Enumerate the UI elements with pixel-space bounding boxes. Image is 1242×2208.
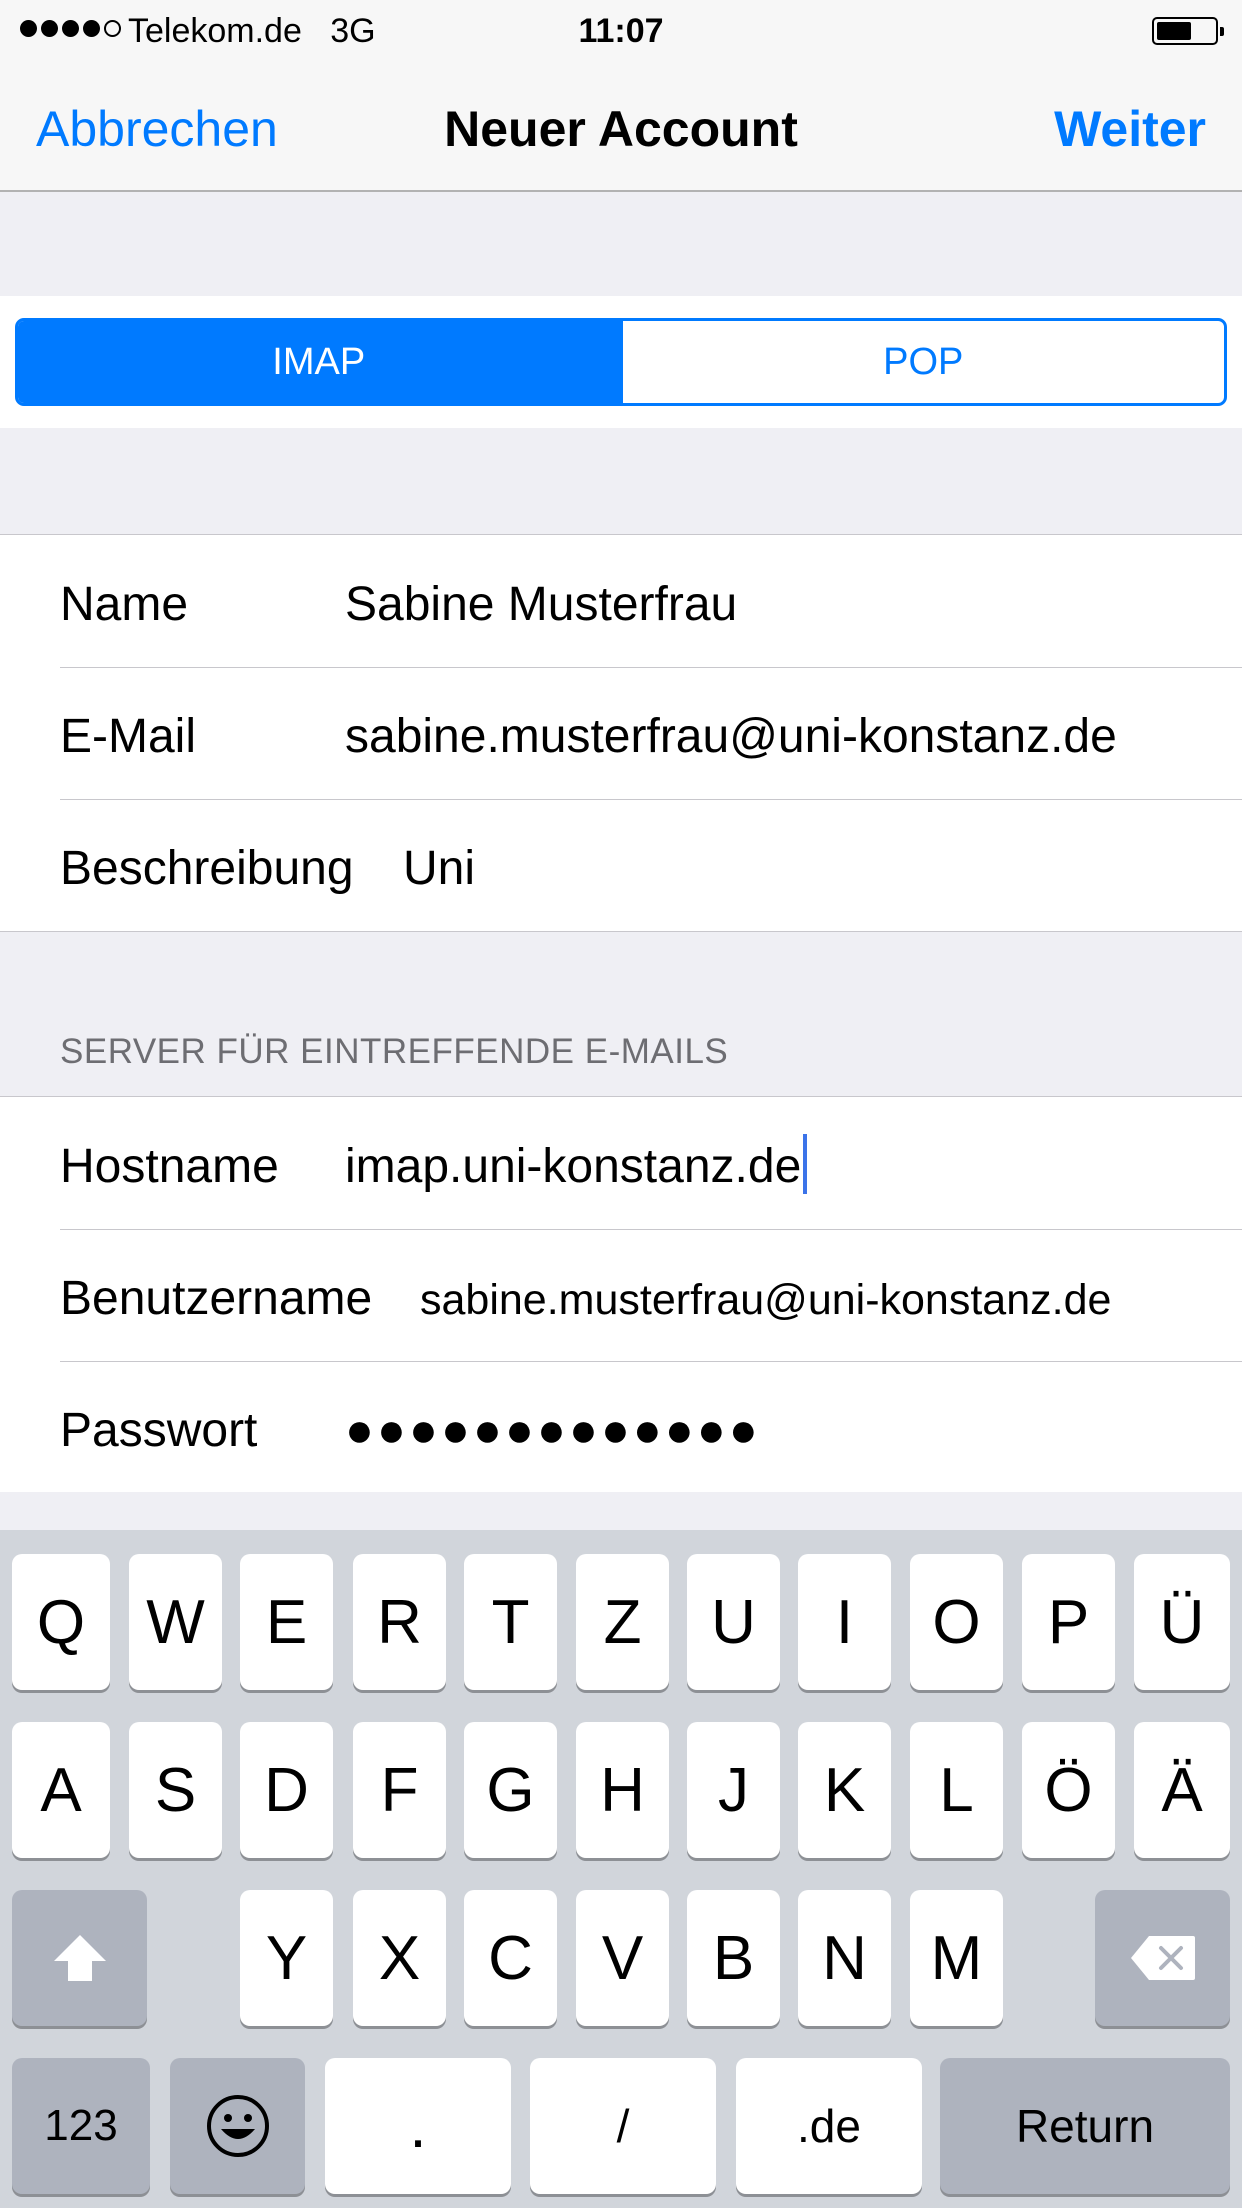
keyboard: Q W E R T Z U I O P Ü A S D F G H J K L … — [0, 1530, 1242, 2208]
protocol-segmented-control: IMAP POP — [15, 318, 1227, 406]
key-v[interactable]: V — [576, 1890, 669, 2026]
key-t[interactable]: T — [464, 1554, 557, 1690]
segment-imap[interactable]: IMAP — [18, 321, 620, 403]
description-row[interactable]: Beschreibung Uni — [0, 799, 1242, 931]
key-b[interactable]: B — [687, 1890, 780, 2026]
incoming-server-group: Hostname imap.uni-konstanz.de Benutzerna… — [0, 1096, 1242, 1494]
text-cursor — [803, 1134, 808, 1195]
navigation-bar: Abbrechen Neuer Account Weiter — [0, 62, 1242, 192]
incoming-server-header: SERVER FÜR EINTREFFENDE E-MAILS — [60, 1032, 729, 1071]
slash-key[interactable]: / — [530, 2058, 716, 2194]
key-p[interactable]: P — [1022, 1554, 1115, 1690]
key-x[interactable]: X — [353, 1890, 446, 2026]
key-r[interactable]: R — [353, 1554, 446, 1690]
key-u[interactable]: U — [687, 1554, 780, 1690]
username-field[interactable]: sabine.musterfrau@uni-konstanz.de — [420, 1276, 1111, 1325]
key-ue[interactable]: Ü — [1134, 1554, 1230, 1690]
emoji-icon — [206, 2095, 269, 2157]
key-w[interactable]: W — [129, 1554, 222, 1690]
key-y[interactable]: Y — [240, 1890, 333, 2026]
description-field[interactable]: Uni — [403, 841, 475, 896]
key-d[interactable]: D — [240, 1722, 333, 1858]
key-a[interactable]: A — [12, 1722, 110, 1858]
tld-key[interactable]: .de — [736, 2058, 922, 2194]
key-m[interactable]: M — [910, 1890, 1003, 2026]
username-row[interactable]: Benutzername sabine.musterfrau@uni-konst… — [0, 1229, 1242, 1361]
password-label: Passwort — [60, 1404, 258, 1457]
key-l[interactable]: L — [910, 1722, 1003, 1858]
status-bar: Telekom.de 3G 11:07 — [0, 0, 1242, 62]
email-field[interactable]: sabine.musterfrau@uni-konstanz.de — [345, 709, 1117, 764]
hostname-row[interactable]: Hostname imap.uni-konstanz.de — [0, 1097, 1242, 1229]
email-row[interactable]: E-Mail sabine.musterfrau@uni-konstanz.de — [0, 667, 1242, 799]
key-i[interactable]: I — [798, 1554, 891, 1690]
period-key[interactable]: . — [325, 2058, 511, 2194]
shift-arrow-icon — [53, 1935, 106, 1981]
key-o[interactable]: O — [910, 1554, 1003, 1690]
key-q[interactable]: Q — [12, 1554, 110, 1690]
name-row[interactable]: Name Sabine Musterfrau — [0, 535, 1242, 667]
key-oe[interactable]: Ö — [1022, 1722, 1115, 1858]
password-row[interactable]: Passwort ●●●●●●●●●●●●● — [0, 1361, 1242, 1493]
key-e[interactable]: E — [240, 1554, 333, 1690]
battery-icon — [1152, 17, 1224, 45]
hostname-field[interactable]: imap.uni-konstanz.de — [345, 1134, 808, 1195]
return-key[interactable]: Return — [940, 2058, 1230, 2194]
backspace-icon — [1130, 1936, 1195, 1980]
key-f[interactable]: F — [353, 1722, 446, 1858]
name-label: Name — [60, 578, 189, 631]
segment-pop[interactable]: POP — [619, 321, 1225, 403]
protocol-selector-container: IMAP POP — [0, 296, 1242, 428]
key-ae[interactable]: Ä — [1134, 1722, 1230, 1858]
key-h[interactable]: H — [576, 1722, 669, 1858]
delete-key[interactable] — [1095, 1890, 1230, 2026]
key-j[interactable]: J — [687, 1722, 780, 1858]
key-g[interactable]: G — [464, 1722, 557, 1858]
key-n[interactable]: N — [798, 1890, 891, 2026]
hostname-label: Hostname — [60, 1140, 279, 1193]
password-field[interactable]: ●●●●●●●●●●●●● — [345, 1403, 761, 1458]
username-label: Benutzername — [60, 1272, 373, 1325]
shift-key[interactable] — [12, 1890, 147, 2026]
account-info-group: Name Sabine Musterfrau E-Mail sabine.mus… — [0, 534, 1242, 932]
numbers-key[interactable]: 123 — [12, 2058, 150, 2194]
key-c[interactable]: C — [464, 1890, 557, 2026]
next-button[interactable]: Weiter — [1054, 100, 1206, 158]
description-label: Beschreibung — [60, 842, 354, 895]
email-label: E-Mail — [60, 710, 197, 763]
name-field[interactable]: Sabine Musterfrau — [345, 577, 737, 632]
emoji-key[interactable] — [170, 2058, 305, 2194]
key-k[interactable]: K — [798, 1722, 891, 1858]
key-s[interactable]: S — [129, 1722, 222, 1858]
status-time: 11:07 — [578, 12, 664, 50]
key-z[interactable]: Z — [576, 1554, 669, 1690]
